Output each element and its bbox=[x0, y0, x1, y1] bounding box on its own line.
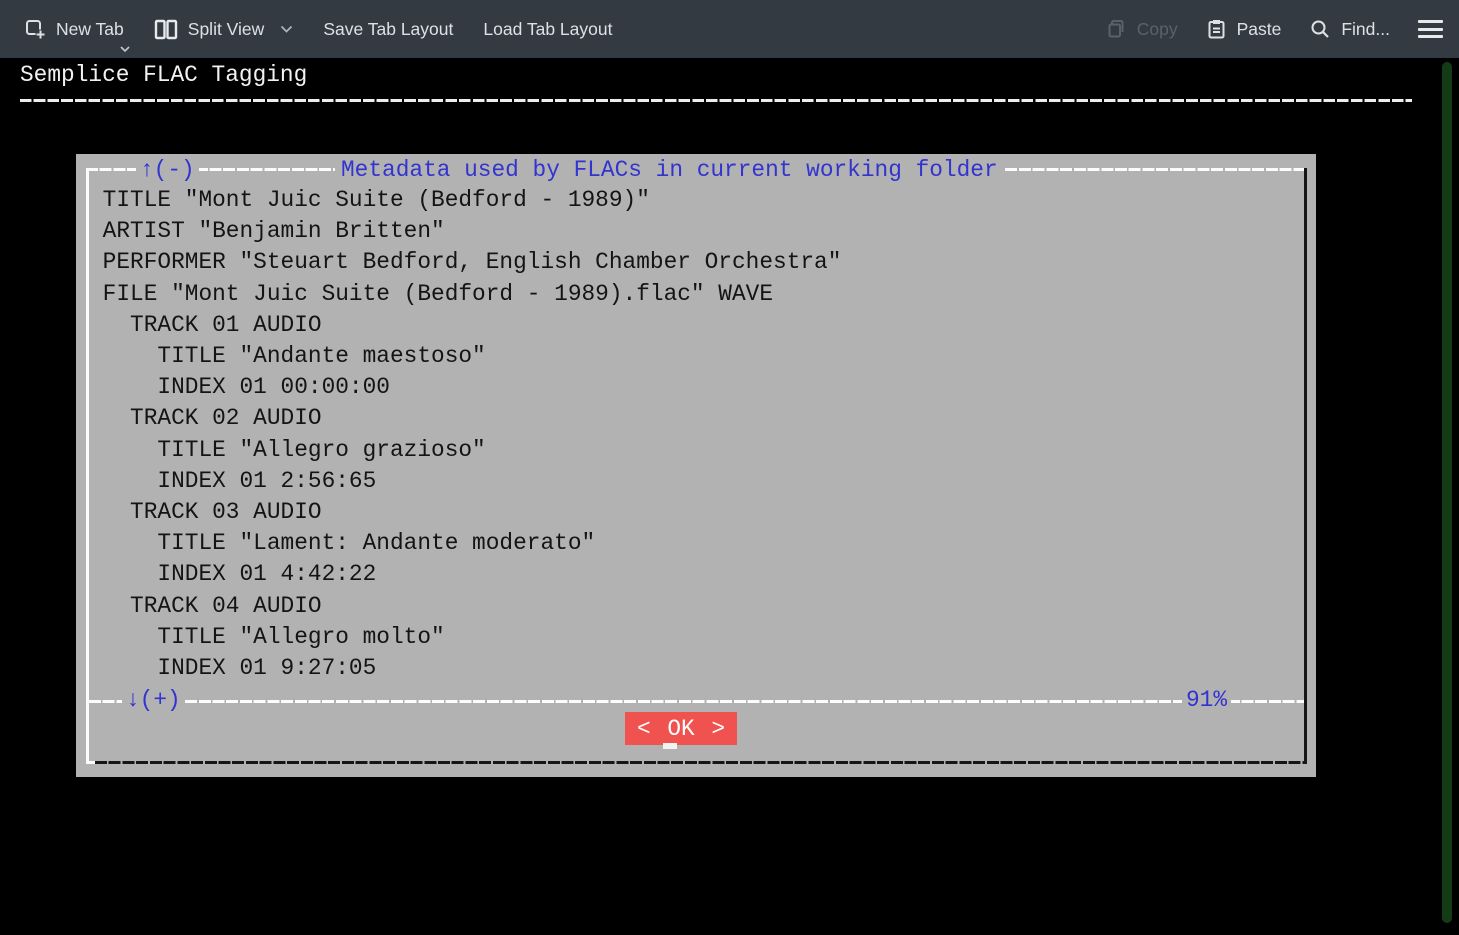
terminal-screen: Semplice FLAC Tagging ↑(-) Metadata used… bbox=[0, 58, 1459, 935]
split-view-button[interactable]: Split View bbox=[154, 19, 294, 40]
ok-button-label: OK bbox=[667, 716, 694, 742]
save-tab-layout-label: Save Tab Layout bbox=[323, 19, 453, 40]
new-tab-label: New Tab bbox=[56, 19, 124, 40]
dialog-title: Metadata used by FLACs in current workin… bbox=[335, 157, 1004, 183]
split-view-dropdown-chevron-icon[interactable] bbox=[280, 25, 293, 34]
textbox-line: TRACK 03 AUDIO bbox=[89, 497, 841, 528]
new-tab-icon bbox=[24, 18, 46, 40]
textbox-line: INDEX 01 00:00:00 bbox=[89, 372, 841, 403]
textbox-line: ARTIST "Benjamin Britten" bbox=[89, 216, 841, 247]
textbox-line: TITLE "Allegro grazioso" bbox=[89, 435, 841, 466]
textbox-line: TRACK 02 AUDIO bbox=[89, 403, 841, 434]
copy-button: Copy bbox=[1105, 18, 1178, 40]
dialog-border-right bbox=[1304, 168, 1307, 764]
find-label: Find... bbox=[1341, 19, 1390, 40]
textbox-line: INDEX 01 2:56:65 bbox=[89, 466, 841, 497]
terminal-cursor bbox=[663, 743, 677, 749]
toolbar-left-group: New Tab Split View Save Tab Layout Load … bbox=[24, 18, 612, 40]
textbox-line: INDEX 01 9:27:05 bbox=[89, 653, 841, 684]
textbox-line: TITLE "Andante maestoso" bbox=[89, 341, 841, 372]
textbox-content: TITLE "Mont Juic Suite (Bedford - 1989)"… bbox=[89, 185, 841, 684]
toolbar-right-group: Copy Paste Find... bbox=[1105, 18, 1443, 40]
load-tab-layout-label: Load Tab Layout bbox=[483, 19, 612, 40]
dialog-border-corner bbox=[86, 761, 95, 764]
scroll-up-indicator: ↑(-) bbox=[136, 157, 199, 183]
terminal-scrollbar[interactable] bbox=[1442, 62, 1452, 923]
textbox-line: PERFORMER "Steuart Bedford, English Cham… bbox=[89, 247, 841, 278]
paste-icon bbox=[1206, 18, 1227, 40]
scroll-percent: 91% bbox=[1182, 687, 1231, 713]
metadata-dialog: ↑(-) Metadata used by FLACs in current w… bbox=[76, 154, 1316, 777]
terminal-app-title: Semplice FLAC Tagging bbox=[20, 60, 307, 91]
textbox-line: FILE "Mont Juic Suite (Bedford - 1989).f… bbox=[89, 279, 841, 310]
load-tab-layout-button[interactable]: Load Tab Layout bbox=[483, 19, 612, 40]
hamburger-menu-icon[interactable] bbox=[1418, 18, 1443, 40]
copy-label: Copy bbox=[1137, 19, 1178, 40]
title-underline-rule bbox=[20, 99, 1412, 102]
ok-button[interactable]: < OK > bbox=[625, 712, 737, 745]
find-button[interactable]: Find... bbox=[1309, 18, 1390, 40]
new-tab-dropdown-chevron-icon[interactable] bbox=[120, 46, 130, 53]
paste-button[interactable]: Paste bbox=[1206, 18, 1282, 40]
ok-button-right-bracket: > bbox=[711, 716, 725, 742]
textbox-line: TRACK 04 AUDIO bbox=[89, 591, 841, 622]
dialog-border-bottom bbox=[95, 761, 1307, 764]
scroll-down-indicator: ↓(+) bbox=[122, 687, 185, 713]
search-icon bbox=[1309, 18, 1331, 40]
textbox-line: TITLE "Lament: Andante moderato" bbox=[89, 528, 841, 559]
textbox-line: TITLE "Mont Juic Suite (Bedford - 1989)" bbox=[89, 185, 841, 216]
split-view-label: Split View bbox=[188, 19, 265, 40]
textbox-line: TITLE "Allegro molto" bbox=[89, 622, 841, 653]
split-view-icon bbox=[154, 19, 178, 40]
copy-icon bbox=[1105, 18, 1127, 40]
save-tab-layout-button[interactable]: Save Tab Layout bbox=[323, 19, 453, 40]
toolbar: New Tab Split View Save Tab Layout Load … bbox=[0, 0, 1459, 58]
new-tab-button[interactable]: New Tab bbox=[24, 18, 124, 40]
textbox-line: INDEX 01 4:42:22 bbox=[89, 559, 841, 590]
ok-button-left-bracket: < bbox=[637, 716, 651, 742]
textbox-line: TRACK 01 AUDIO bbox=[89, 310, 841, 341]
paste-label: Paste bbox=[1237, 19, 1282, 40]
dialog-button-separator bbox=[89, 700, 1304, 703]
